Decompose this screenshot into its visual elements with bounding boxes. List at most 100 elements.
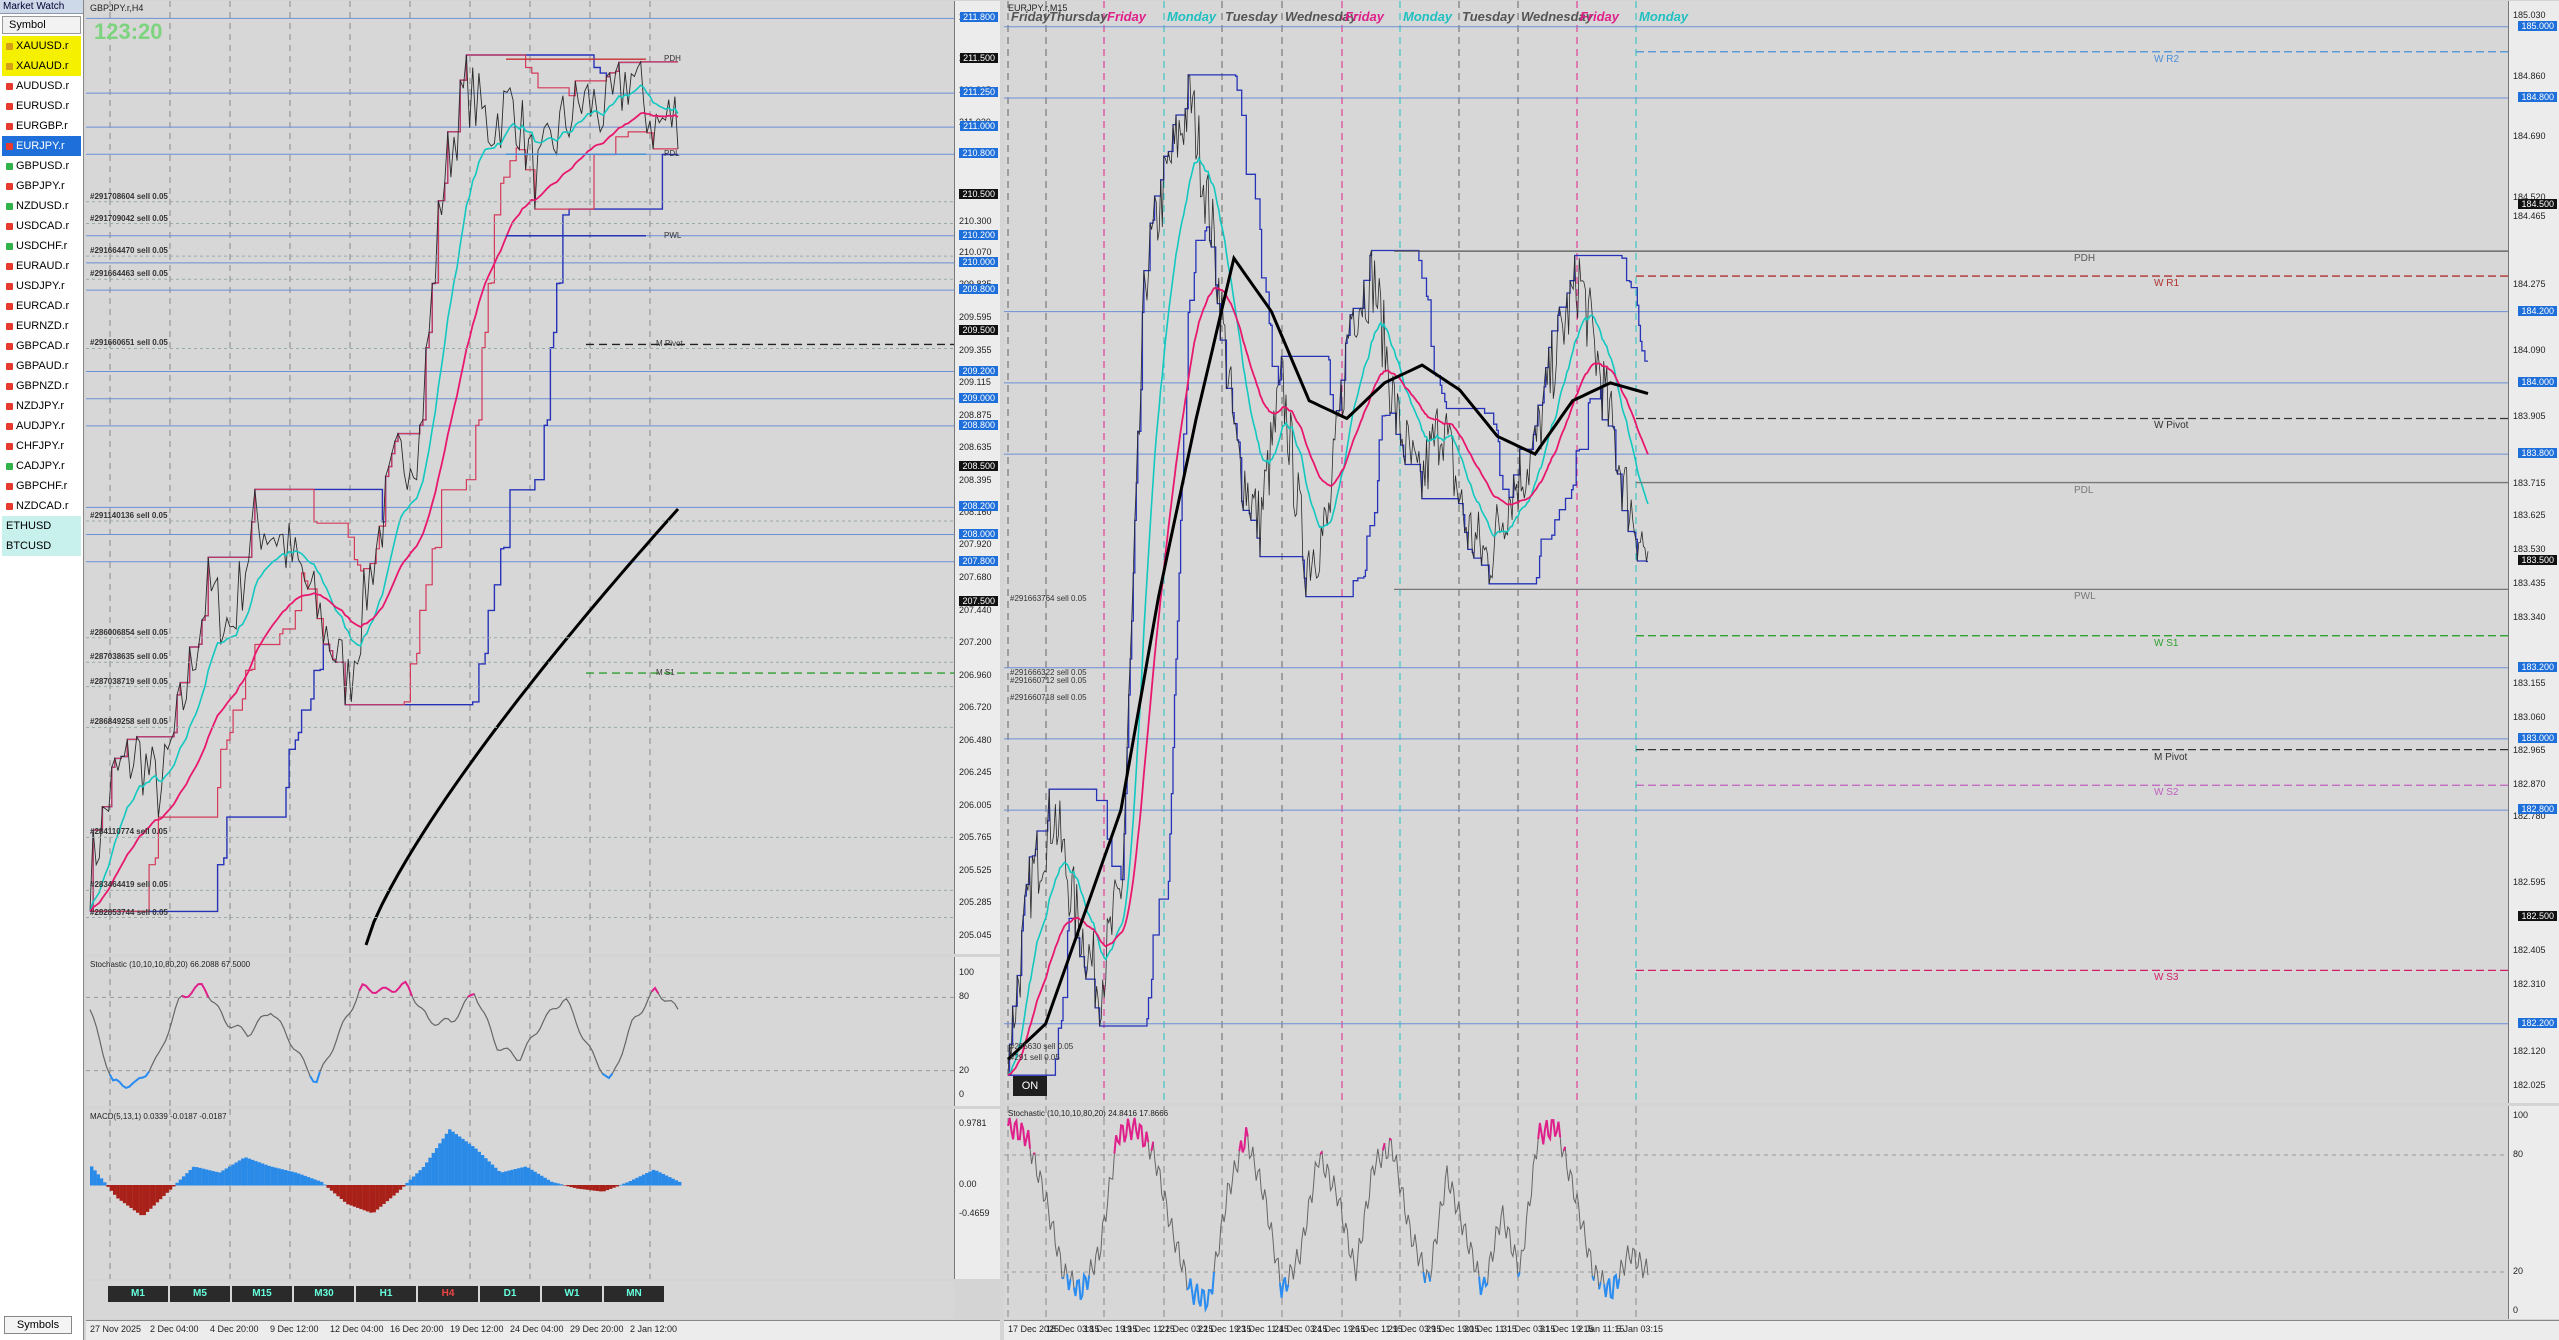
macd-bar — [530, 1169, 534, 1186]
stochastic-tick: 100 — [2513, 1110, 2529, 1120]
price-badge: 183.000 — [2518, 732, 2557, 743]
price-tick: 209.595 — [959, 311, 992, 322]
symbol-row[interactable]: EURNZD.r — [2, 316, 81, 336]
symbol-row[interactable]: CHFJPY.r — [2, 436, 81, 456]
symbol-name: GBPUSD.r — [16, 160, 70, 172]
order-label: #282853744 sell 0.05 — [90, 907, 168, 917]
symbol-row[interactable]: NZDJPY.r — [2, 396, 81, 416]
macd-bar — [372, 1185, 376, 1213]
level-label: M S1 — [656, 668, 675, 678]
price-badge: 208.500 — [959, 460, 998, 471]
macd-bar — [303, 1175, 307, 1186]
order-label: #283464419 sell 0.05 — [90, 880, 168, 890]
price-tick: 183.340 — [2513, 611, 2546, 622]
left-macd-pane[interactable]: MACD(5,13,1) 0.0339 -0.0187 -0.0187 — [86, 1109, 954, 1279]
symbol-column-header[interactable]: Symbol — [2, 16, 81, 34]
right-chart-title: EURJPY.r,M15 — [1008, 3, 1068, 13]
symbol-row[interactable]: EURUSD.r — [2, 96, 81, 116]
macd-bar — [165, 1185, 169, 1193]
price-badge: 184.800 — [2518, 92, 2557, 103]
macd-bar — [651, 1169, 656, 1186]
macd-bar — [612, 1185, 616, 1188]
left-stochastic-axis: 100 80 20 0 — [954, 957, 1000, 1106]
symbol-row[interactable]: CADJPY.r — [2, 456, 81, 476]
stochastic-extreme-segment — [1427, 1272, 1432, 1282]
symbol-row[interactable]: USDJPY.r — [2, 276, 81, 296]
left-time-axis: 27 Nov 2025 2 Dec 04:00 4 Dec 20:00 9 Dec 1… — [86, 1320, 1000, 1340]
time-tick: 4 Dec 20:00 — [210, 1324, 259, 1334]
symbol-row[interactable]: GBPCHF.r — [2, 476, 81, 496]
stochastic-tick: 80 — [2513, 1149, 2524, 1159]
symbol-row[interactable]: GBPJPY.r — [2, 176, 81, 196]
macd-bar — [635, 1177, 639, 1186]
timeframe-button-h4[interactable]: H4 — [418, 1286, 478, 1302]
macd-bar — [379, 1185, 383, 1207]
macd-bar — [103, 1182, 107, 1186]
macd-bar — [349, 1185, 353, 1206]
macd-bar — [241, 1158, 245, 1186]
macd-bar — [126, 1185, 130, 1206]
left-price-axis[interactable]: 211.800211.500211.265211.030210.800210.5… — [954, 1, 1000, 954]
macd-bar — [323, 1184, 327, 1186]
stochastic-extreme-segment — [1072, 1271, 1091, 1301]
macd-bar — [434, 1148, 439, 1186]
order-label: #286849258 sell 0.05 — [90, 717, 168, 727]
symbol-row[interactable]: EURJPY.r — [2, 136, 81, 156]
timeframe-button-d1[interactable]: D1 — [480, 1286, 540, 1302]
symbol-row[interactable]: GBPAUD.r — [2, 356, 81, 376]
price-tick: 210.070 — [959, 247, 992, 258]
symbol-row[interactable]: BTCUSD — [2, 536, 81, 556]
macd-bar — [520, 1167, 524, 1186]
stochastic-extreme-segment — [1381, 1142, 1386, 1151]
right-price-axis[interactable]: 185.030 184.860 184.690 184.520 184.465 184.2… — [2508, 1, 2559, 1103]
price-tick: 206.245 — [959, 766, 992, 777]
eurjpy-main-pane[interactable]: EURJPY.r,M15 Friday Thursday Friday Monday T… — [1004, 1, 2508, 1103]
day-label: Friday — [1107, 9, 1147, 24]
macd-bar — [195, 1167, 199, 1186]
macd-bar — [152, 1185, 156, 1206]
symbol-row[interactable]: XAUAUD.r — [2, 56, 81, 76]
macd-bar — [149, 1185, 153, 1209]
symbol-name: CADJPY.r — [16, 460, 65, 472]
symbols-tab[interactable]: Symbols — [4, 1316, 72, 1334]
pivot-level-label: M Pivot — [2154, 751, 2188, 763]
symbol-row[interactable]: XAUUSD.r — [2, 36, 81, 56]
left-stochastic-pane[interactable]: Stochastic (10,10,10,80,20) 66.2088 67.5… — [86, 957, 954, 1106]
price-tick: 205.045 — [959, 929, 992, 940]
symbol-row[interactable]: ETHUSD — [2, 516, 81, 536]
symbol-row[interactable]: NZDCAD.r — [2, 496, 81, 516]
timeframe-button-mn[interactable]: MN — [604, 1286, 664, 1302]
symbol-row[interactable]: USDCHF.r — [2, 236, 81, 256]
macd-bar — [415, 1173, 419, 1186]
symbol-name: USDJPY.r — [16, 280, 65, 292]
symbol-row[interactable]: GBPUSD.r — [2, 156, 81, 176]
order-label: #291140136 sell 0.05 — [90, 510, 168, 520]
macd-bar — [362, 1185, 367, 1211]
pivot-level-label: W S1 — [2154, 637, 2179, 649]
symbol-row[interactable]: GBPCAD.r — [2, 336, 81, 356]
macd-bar — [109, 1185, 114, 1191]
symbol-row[interactable]: AUDJPY.r — [2, 416, 81, 436]
symbol-row[interactable]: USDCAD.r — [2, 216, 81, 236]
macd-bar — [540, 1175, 544, 1186]
timeframe-button-m15[interactable]: M15 — [232, 1286, 292, 1302]
gbpjpy-main-pane[interactable]: GBPJPY.r,H4 123:20 PDH PDL PWL M Pivot M S1 #… — [86, 1, 954, 954]
symbol-row[interactable]: NZDUSD.r — [2, 196, 81, 216]
symbol-row[interactable]: EURAUD.r — [2, 256, 81, 276]
symbol-row[interactable]: GBPNZD.r — [2, 376, 81, 396]
timeframe-button-h1[interactable]: H1 — [356, 1286, 416, 1302]
timeframe-button-m30[interactable]: M30 — [294, 1286, 354, 1302]
macd-bar — [556, 1183, 560, 1186]
symbol-row[interactable]: EURCAD.r — [2, 296, 81, 316]
timeframe-button-w1[interactable]: W1 — [542, 1286, 602, 1302]
timeframe-button-m5[interactable]: M5 — [170, 1286, 230, 1302]
timeframe-button-m1[interactable]: M1 — [108, 1286, 168, 1302]
on-toggle-button[interactable]: ON — [1013, 1076, 1047, 1096]
symbol-row[interactable]: EURGBP.r — [2, 116, 81, 136]
macd-bar — [293, 1172, 298, 1186]
price-badge: 210.500 — [959, 188, 998, 199]
bar-countdown: 123:20 — [94, 19, 163, 44]
macd-bar — [671, 1178, 675, 1186]
right-stochastic-pane[interactable]: Stochastic (10,10,10,80,20) 24.8416 17.8… — [1004, 1106, 2508, 1319]
symbol-row[interactable]: AUDUSD.r — [2, 76, 81, 96]
